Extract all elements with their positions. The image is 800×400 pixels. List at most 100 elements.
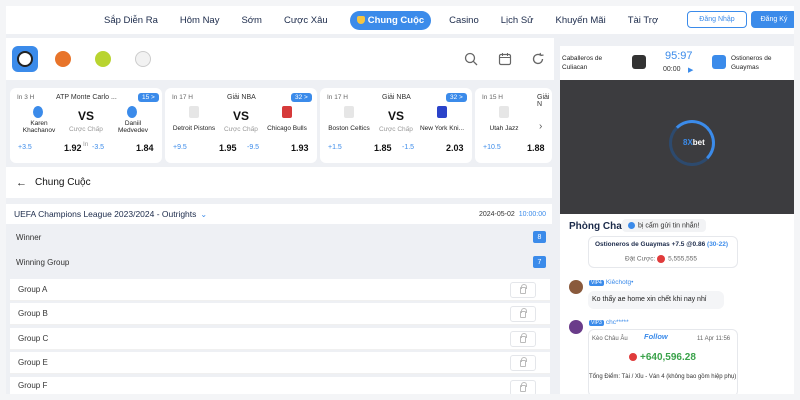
match-card[interactable]: In 17 H Giải NBA 32 > VS Detroit Pistons… — [165, 88, 317, 163]
info-icon — [628, 222, 635, 229]
group-label: Group C — [18, 334, 49, 343]
nav-today[interactable]: Hôm Nay — [180, 15, 220, 26]
back-arrow-icon[interactable]: ← — [16, 177, 27, 189]
chevron-right-icon[interactable]: › — [539, 121, 542, 132]
tennis-ball-icon[interactable] — [90, 46, 116, 72]
soccer-ball-icon[interactable] — [12, 46, 38, 72]
lock-icon — [510, 282, 536, 298]
league-header[interactable]: UEFA Champions League 2023/2024 - Outrig… — [6, 204, 552, 224]
market-label: Winning Group — [16, 257, 70, 267]
odds-away[interactable]: 1.93 — [291, 143, 309, 153]
team-jersey-icon — [282, 106, 292, 118]
nav-outrights[interactable]: Chung Cuộc — [349, 10, 432, 30]
sport-bar — [6, 38, 554, 80]
match-time: In 17 H — [327, 94, 348, 101]
group-label: Group F — [18, 381, 48, 390]
brand-suffix: bet — [692, 138, 705, 147]
bet-record: (30-22) — [707, 241, 728, 248]
match-league: ATP Monte Carlo ... — [56, 94, 117, 101]
shared-bet-card[interactable]: Ostioneros de Guaymas +7.5 @0.86 (30-22)… — [588, 236, 738, 268]
group-label: Group E — [18, 358, 48, 367]
market-row[interactable]: Winning Group 7 — [10, 252, 550, 272]
group-row: Group C — [10, 328, 550, 350]
bet-detail: Tổng Điểm: Tài / Xỉu - Ván 4 (không bao … — [589, 374, 737, 380]
nav-history[interactable]: Lịch Sử — [501, 15, 534, 26]
odds-home[interactable]: 1.92 — [64, 143, 82, 153]
nav-promotions[interactable]: Khuyến Mãi — [556, 15, 606, 26]
inplay-mark: In — [83, 141, 89, 148]
follow-button[interactable]: Follow — [644, 332, 668, 341]
group-row: Group E — [10, 352, 550, 374]
handicap-label: Cược Chấp — [224, 126, 258, 133]
market-count-badge: 7 — [533, 256, 546, 268]
page-title: Chung Cuộc — [35, 177, 91, 188]
chat-username: VIP3 chc***** — [589, 319, 629, 326]
login-button[interactable]: Đăng Nhập — [687, 11, 747, 28]
nav-outrights-label: Chung Cuộc — [367, 14, 425, 26]
group-label: Group A — [18, 285, 48, 294]
chat-message-text: Ko thấy ae home xin chết khi nay nhỉ — [592, 296, 707, 303]
chevron-down-icon[interactable]: ⌄ — [200, 210, 207, 219]
shared-win-card[interactable]: Follow Kèo Châu Âu 11 Apr 11:56 +640,596… — [588, 329, 738, 397]
avatar[interactable] — [569, 280, 583, 294]
match-league: Giải N — [537, 94, 550, 108]
live-clock: 00:00 — [663, 66, 681, 73]
match-time: In 3 H — [17, 94, 35, 101]
odds-home[interactable]: 1.95 — [219, 143, 237, 153]
chat-ban-text: bị cấm gửi tin nhắn! — [638, 222, 700, 230]
odds-home[interactable]: 1.85 — [374, 143, 392, 153]
calendar-icon[interactable] — [498, 52, 512, 66]
refresh-icon[interactable] — [531, 52, 545, 66]
handicap-line: -3.5 — [92, 144, 105, 151]
odds-home[interactable]: 1.88 — [527, 143, 545, 153]
group-label: Group B — [18, 309, 48, 318]
win-amount: +640,596.28 — [640, 352, 696, 363]
nav-casino[interactable]: Casino — [449, 15, 479, 26]
match-card[interactable]: In 17 H Giải NBA 32 > VS Boston Celtics … — [320, 88, 472, 163]
market-count-badge[interactable]: 15 > — [138, 93, 159, 102]
trophy-icon — [356, 16, 365, 24]
search-icon[interactable] — [464, 52, 478, 66]
handicap-line: +1.5 — [328, 144, 342, 151]
group-row: Group A — [10, 279, 550, 301]
match-card[interactable]: In 3 H ATP Monte Carlo ... 15 > VS Karen… — [10, 88, 162, 163]
livestream-icon[interactable]: ▶ — [688, 66, 693, 74]
team-home: Boston Celtics — [328, 125, 370, 132]
chat-message: Ko thấy ae home xin chết khi nay nhỉ — [588, 291, 724, 309]
avatar[interactable] — [569, 320, 583, 334]
nav-parlay[interactable]: Cược Xâu — [284, 15, 328, 26]
odds-away[interactable]: 2.03 — [446, 143, 464, 153]
register-button[interactable]: Đăng Ký — [751, 11, 797, 28]
market-count-badge[interactable]: 32 > — [291, 93, 312, 102]
team-away: Daniil Medvedev — [118, 120, 148, 134]
match-time: In 15 H — [482, 94, 503, 101]
handicap-label: Cược Chấp — [379, 126, 413, 133]
handicap-label: Cược Chấp — [69, 126, 103, 133]
vs-label: VS — [388, 109, 405, 123]
match-time: In 17 H — [172, 94, 193, 101]
league-time: 10:00:00 — [518, 210, 546, 218]
baseball-icon[interactable] — [130, 46, 156, 72]
market-row[interactable]: Winner 8 — [10, 227, 550, 247]
chat-username: VIP4 Kiêchotg• — [589, 279, 633, 286]
live-score: 95:97 — [665, 50, 693, 62]
nav-upcoming[interactable]: Sắp Diễn Ra — [104, 15, 158, 26]
nav-items: Sắp Diễn Ra Hôm Nay Sớm Cược Xâu Chung C… — [104, 10, 680, 30]
bet-label: Đặt Cược: — [625, 255, 656, 263]
bet-time: 11 Apr 11:56 — [697, 336, 731, 342]
coin-icon — [657, 255, 666, 263]
vip-badge: VIP3 — [589, 320, 604, 326]
vs-label: VS — [78, 109, 95, 123]
team-away: Chicago Bulls — [267, 125, 307, 132]
group-row: Group B — [10, 303, 550, 325]
basketball-icon[interactable] — [50, 46, 76, 72]
lock-icon — [510, 331, 536, 347]
coin-icon — [629, 353, 637, 362]
odds-away[interactable]: 1.84 — [136, 143, 154, 153]
nav-early[interactable]: Sớm — [241, 15, 261, 26]
nav-sponsor[interactable]: Tài Trợ — [628, 15, 659, 26]
bet-market: Kèo Châu Âu — [592, 336, 628, 342]
handicap-line: -9.5 — [247, 144, 260, 151]
market-count-badge[interactable]: 32 > — [446, 93, 467, 102]
match-card[interactable]: In 15 H Giải N Utah Jazz +10.5 1.88 › — [475, 88, 552, 163]
